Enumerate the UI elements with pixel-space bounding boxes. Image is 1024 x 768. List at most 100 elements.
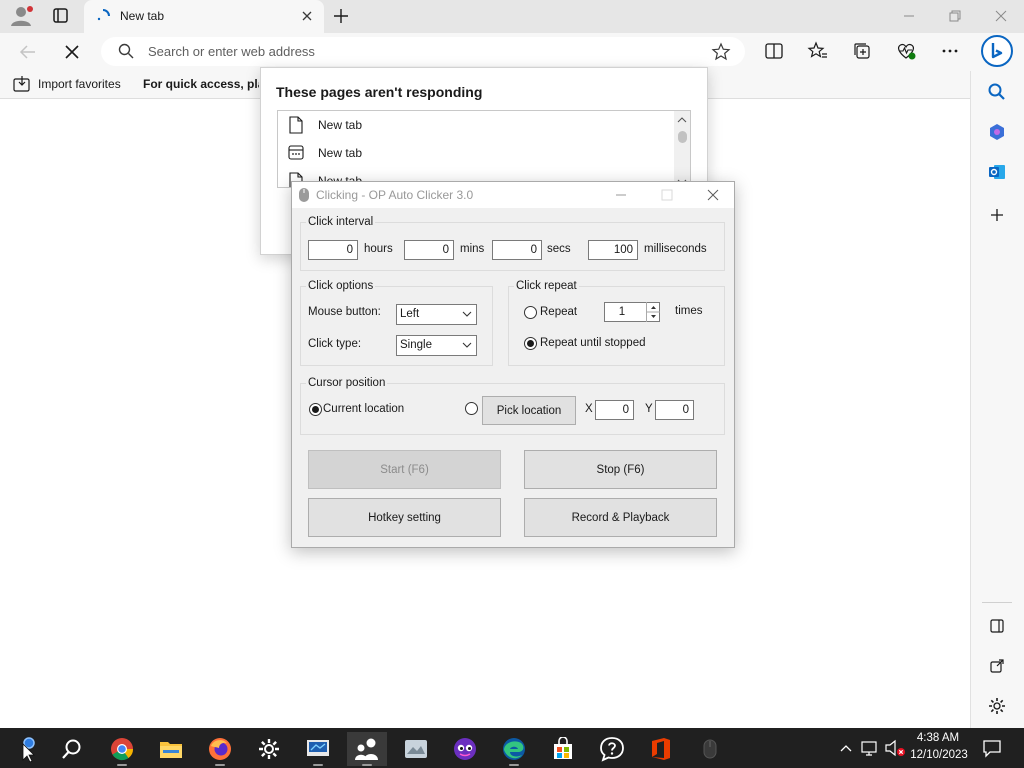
search-icon [117, 42, 135, 60]
external-link-icon [990, 659, 1004, 673]
loading-spinner-icon [96, 9, 110, 26]
browser-essentials-button[interactable] [892, 37, 920, 65]
mins-input[interactable]: 0 [404, 240, 454, 260]
current-location-radio[interactable] [309, 403, 322, 416]
chevron-down-icon [462, 342, 472, 348]
tab-actions-menu-button[interactable] [46, 4, 74, 28]
chevron-up-icon [840, 745, 852, 752]
click-type-label: Click type: [308, 338, 362, 350]
back-button[interactable] [14, 38, 42, 66]
list-scrollbar[interactable] [674, 111, 690, 187]
clock-date[interactable]: 12/10/2023 [906, 749, 972, 761]
mouse-button-select[interactable]: Left [396, 304, 477, 325]
taskbar-auto-clicker[interactable] [690, 732, 730, 766]
taskbar-remote-desktop[interactable] [298, 732, 338, 766]
hours-label: hours [364, 243, 393, 255]
taskbar-edge[interactable] [494, 732, 534, 766]
bing-icon [981, 35, 1013, 67]
sidebar-add-button[interactable] [984, 202, 1010, 228]
tab-close-button[interactable] [298, 7, 316, 25]
taskbar-media-app[interactable] [396, 732, 436, 766]
stop-button[interactable]: Stop (F6) [524, 450, 717, 489]
favorites-button[interactable] [804, 37, 832, 65]
taskbar-search-button[interactable] [52, 732, 92, 766]
sidebar-search-button[interactable] [984, 79, 1010, 105]
mouse-button-value: Left [400, 308, 420, 320]
list-item[interactable]: New tab [288, 142, 668, 164]
sidebar-open-external-button[interactable] [984, 653, 1010, 679]
auto-clicker-maximize-button[interactable] [656, 186, 678, 204]
sidebar-discover-button[interactable] [984, 119, 1010, 145]
chrome-icon [111, 738, 134, 761]
cursor-position-label: Cursor position [306, 377, 388, 389]
office-icon [652, 738, 670, 760]
clock-time[interactable]: 4:38 AM [912, 732, 964, 744]
unresponsive-pages-list[interactable]: New tab New tab New tab [277, 110, 691, 188]
sidebar-outlook-button[interactable] [984, 159, 1010, 185]
split-screen-button[interactable] [760, 37, 788, 65]
repeat-radio[interactable] [524, 306, 537, 319]
hours-input[interactable]: 0 [308, 240, 358, 260]
taskbar-settings[interactable] [249, 732, 289, 766]
scrollbar-thumb[interactable] [678, 131, 687, 143]
taskbar-file-explorer[interactable] [151, 732, 191, 766]
pick-location-radio[interactable] [465, 402, 478, 415]
milliseconds-input[interactable]: 100 [588, 240, 638, 260]
start-button[interactable]: Start (F6) [308, 450, 501, 489]
click-type-select[interactable]: Single [396, 335, 477, 356]
heart-pulse-icon [897, 43, 916, 60]
pick-location-button[interactable]: Pick location [482, 396, 576, 425]
help-icon [600, 737, 624, 762]
window-close-button[interactable] [989, 4, 1013, 28]
network-status-button[interactable] [860, 739, 880, 757]
list-item[interactable]: New tab [288, 114, 668, 136]
notifications-button[interactable] [982, 738, 1002, 758]
start-button[interactable] [4, 732, 44, 766]
taskbar-firefox[interactable] [200, 732, 240, 766]
add-favorite-button[interactable] [710, 41, 732, 63]
secs-input[interactable]: 0 [492, 240, 542, 260]
start-icon [22, 737, 35, 763]
x-coordinate-input[interactable]: 0 [595, 400, 634, 420]
show-hidden-icons-button[interactable] [838, 740, 854, 756]
repeat-count-spinner[interactable] [646, 302, 660, 322]
hotkey-setting-button[interactable]: Hotkey setting [308, 498, 501, 537]
sidebar-settings-button[interactable] [984, 693, 1010, 719]
volume-button[interactable] [884, 739, 906, 757]
close-icon [302, 11, 312, 21]
address-input[interactable] [148, 42, 688, 60]
network-icon [861, 741, 877, 756]
taskbar-get-help[interactable] [592, 732, 632, 766]
taskbar-chrome[interactable] [102, 732, 142, 766]
auto-clicker-title: Clicking - OP Auto Clicker 3.0 [316, 188, 474, 202]
volume-muted-icon [885, 739, 905, 757]
profile-icon [11, 6, 33, 26]
taskbar-people[interactable] [347, 732, 387, 766]
taskbar-office[interactable] [641, 732, 681, 766]
y-coordinate-input[interactable]: 0 [655, 400, 694, 420]
sidebar-hide-button[interactable] [984, 613, 1010, 639]
auto-clicker-titlebar[interactable]: Clicking - OP Auto Clicker 3.0 [292, 182, 734, 208]
times-label: times [675, 305, 703, 317]
browser-tab-active[interactable]: New tab [84, 0, 324, 33]
auto-clicker-minimize-button[interactable] [610, 186, 632, 204]
settings-and-more-button[interactable] [936, 37, 964, 65]
maximize-icon [661, 189, 673, 201]
new-tab-button[interactable] [330, 5, 352, 27]
chevron-down-icon [462, 311, 472, 317]
click-interval-label: Click interval [306, 216, 376, 228]
repeat-until-stopped-radio[interactable] [524, 337, 537, 350]
window-minimize-button[interactable] [897, 4, 921, 28]
collections-button[interactable] [848, 37, 876, 65]
profile-button[interactable] [8, 4, 36, 28]
bing-chat-button[interactable] [980, 34, 1014, 68]
record-playback-button[interactable]: Record & Playback [524, 498, 717, 537]
stop-loading-button[interactable] [58, 38, 86, 66]
mouse-icon [298, 187, 310, 206]
auto-clicker-close-button[interactable] [702, 186, 724, 204]
taskbar-game-app[interactable] [445, 732, 485, 766]
mins-label: mins [460, 243, 485, 255]
window-restore-button[interactable] [943, 4, 967, 28]
favorites-icon [807, 41, 827, 58]
taskbar-store[interactable] [543, 732, 583, 766]
